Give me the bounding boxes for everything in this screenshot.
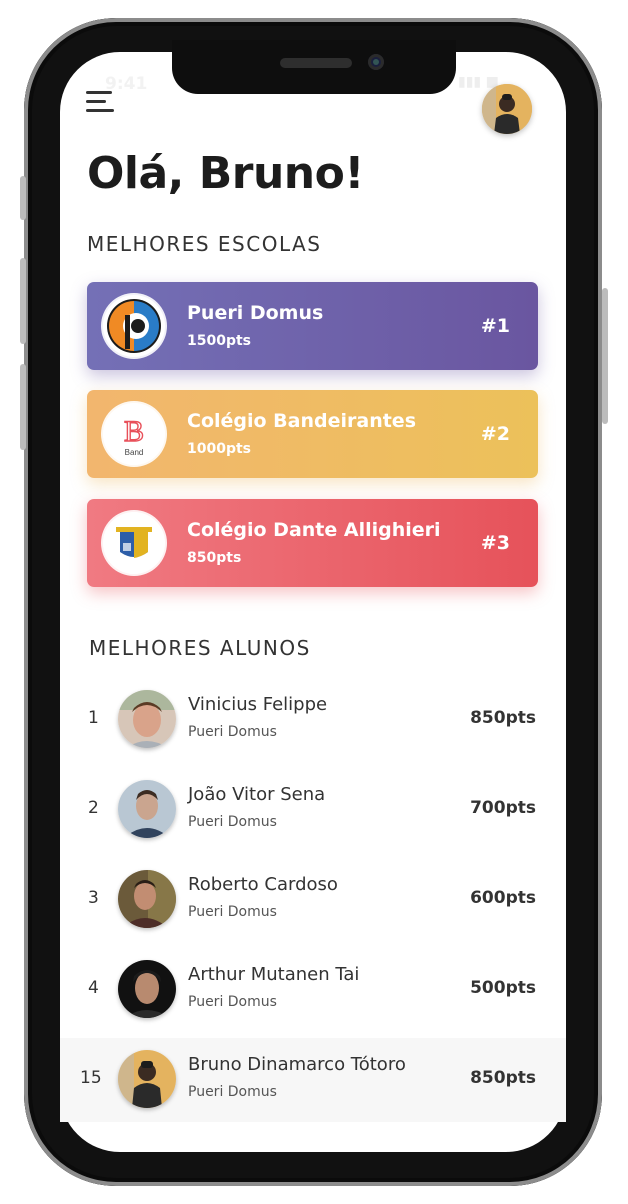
student-school: Pueri Domus (188, 904, 277, 920)
bandeirantes-logo-icon: B Band (103, 403, 165, 465)
student-points: 600pts (470, 888, 536, 908)
student-rank: 2 (88, 798, 99, 818)
student-avatar (118, 780, 176, 838)
student-points: 500pts (470, 978, 536, 998)
profile-avatar[interactable] (482, 84, 532, 134)
student-avatar (118, 1050, 176, 1108)
student-row[interactable]: 3 Roberto Cardoso Pueri Domus 600pts (60, 858, 566, 942)
svg-text:Band: Band (125, 448, 144, 457)
pueri-domus-logo-icon (103, 295, 165, 357)
volume-down-button (20, 364, 26, 450)
power-button (602, 288, 608, 424)
student-row[interactable]: 4 Arthur Mutanen Tai Pueri Domus 500pts (60, 948, 566, 1032)
greeting-heading: Olá, Bruno! (87, 148, 364, 199)
student-rank: 4 (88, 978, 99, 998)
student-rank: 15 (80, 1068, 102, 1088)
school-points: 1000pts (187, 441, 252, 457)
hamburger-menu-icon[interactable] (86, 91, 116, 115)
speaker (280, 58, 352, 68)
student-name: Vinicius Felippe (188, 694, 328, 715)
student-avatar (118, 870, 176, 928)
school-card-2[interactable]: B Band Colégio Bandeirantes 1000pts #2 (87, 390, 538, 478)
school-card-1[interactable]: Pueri Domus 1500pts #1 (87, 282, 538, 370)
dante-alighieri-logo-icon (103, 512, 165, 574)
current-user-row[interactable]: 15 Bruno Dinamarco Tótoro Pueri Domus 85… (60, 1038, 566, 1122)
student-points: 850pts (470, 708, 536, 728)
school-name: Pueri Domus (187, 302, 324, 324)
school-name: Colégio Dante Allighieri (187, 519, 441, 541)
student-school: Pueri Domus (188, 1084, 277, 1100)
student-points: 850pts (470, 1068, 536, 1088)
student-row[interactable]: 1 Vinicius Felippe Pueri Domus 850pts (60, 678, 566, 762)
student-rank: 3 (88, 888, 99, 908)
school-points: 850pts (187, 550, 242, 566)
school-rank: #3 (480, 532, 510, 554)
schools-section-title: MELHORES ESCOLAS (87, 232, 322, 256)
school-rank: #2 (480, 423, 510, 445)
student-row[interactable]: 2 João Vitor Sena Pueri Domus 700pts (60, 768, 566, 852)
student-name: João Vitor Sena (188, 784, 326, 805)
student-rank: 1 (88, 708, 99, 728)
student-name: Roberto Cardoso (188, 874, 338, 895)
student-name: Bruno Dinamarco Tótoro (188, 1054, 406, 1075)
school-rank: #1 (480, 315, 510, 337)
volume-up-button (20, 258, 26, 344)
student-school: Pueri Domus (188, 994, 277, 1010)
mute-switch (20, 176, 26, 220)
student-avatar (118, 690, 176, 748)
notch (172, 40, 456, 94)
student-points: 700pts (470, 798, 536, 818)
student-school: Pueri Domus (188, 724, 277, 740)
student-name: Arthur Mutanen Tai (188, 964, 360, 985)
front-camera (368, 54, 384, 70)
school-name: Colégio Bandeirantes (187, 410, 417, 432)
student-school: Pueri Domus (188, 814, 277, 830)
svg-text:B: B (124, 415, 144, 448)
student-avatar (118, 960, 176, 1018)
students-section-title: MELHORES ALUNOS (89, 636, 311, 660)
school-card-3[interactable]: Colégio Dante Allighieri 850pts #3 (87, 499, 538, 587)
school-points: 1500pts (187, 333, 252, 349)
